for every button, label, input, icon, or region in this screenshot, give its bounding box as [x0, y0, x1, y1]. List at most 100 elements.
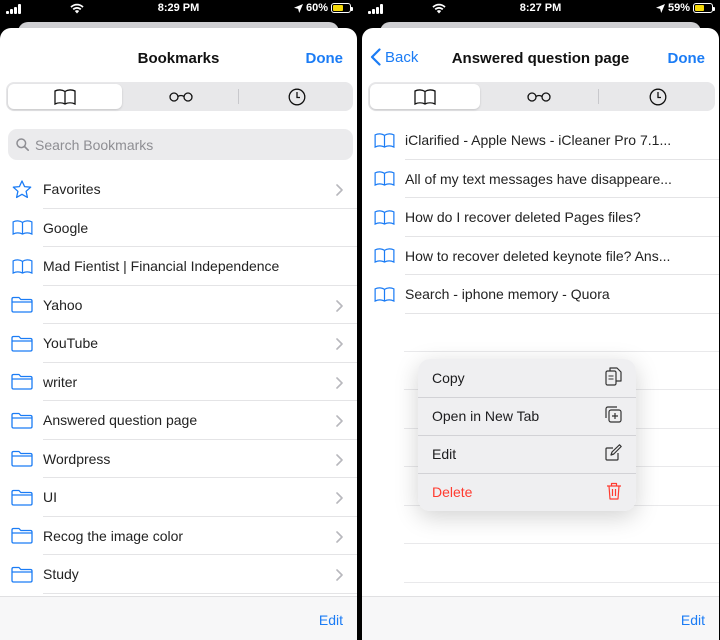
done-button[interactable]: Done — [668, 50, 706, 67]
list-item-label: Wordpress — [43, 450, 111, 467]
tab-reading-list[interactable] — [124, 84, 238, 109]
book-icon — [372, 283, 396, 305]
chevron-right-icon — [336, 183, 343, 201]
star-icon — [10, 178, 34, 200]
bookmarks-sheet: Bookmarks Done Favorites Google Mad Fienti… — [0, 28, 357, 640]
context-menu: Copy Open in New Tab Edit Delete — [418, 359, 636, 511]
chevron-right-icon — [336, 530, 343, 548]
list-item[interactable]: Study — [0, 555, 357, 594]
book-icon — [372, 168, 396, 190]
folder-icon — [10, 371, 34, 393]
list-item[interactable]: How do I recover deleted Pages files? — [362, 198, 719, 237]
navigation-bar: Back Answered question page Done — [362, 28, 719, 88]
tab-history[interactable] — [600, 84, 715, 109]
tab-bookmarks[interactable] — [370, 84, 480, 109]
location-arrow-icon — [655, 3, 665, 13]
list-item[interactable]: writer — [0, 363, 357, 401]
list-item[interactable]: Recog the image color — [0, 517, 357, 555]
chevron-right-icon — [336, 491, 343, 509]
battery-percent: 60% — [305, 2, 328, 14]
bookmarks-screen: 8:29 PM 60% Bookmarks Done Search Bookma… — [0, 0, 357, 640]
menu-item-edit[interactable]: Edit — [418, 435, 636, 473]
list-item-label: How do I recover deleted Pages files? — [405, 209, 641, 226]
clock-icon — [288, 88, 305, 105]
menu-item-open-in-new-tab[interactable]: Open in New Tab — [418, 397, 636, 435]
folder-icon — [10, 448, 34, 470]
menu-item-label: Delete — [432, 484, 473, 500]
bookmarks-list: Favorites Google Mad Fientist | Financial … — [0, 170, 357, 594]
menu-item-delete[interactable]: Delete — [418, 473, 636, 511]
trash-icon — [606, 482, 622, 503]
edit-icon — [605, 444, 622, 464]
list-item-label: writer — [43, 373, 78, 390]
battery-icon — [331, 3, 353, 13]
clock-icon — [649, 88, 666, 105]
menu-item-copy[interactable]: Copy — [418, 359, 636, 397]
folder-icon — [10, 525, 34, 547]
book-icon — [10, 255, 34, 277]
list-item-label: Favorites — [43, 181, 101, 198]
new-tab-icon — [605, 406, 622, 426]
tab-bookmarks[interactable] — [8, 84, 122, 109]
chevron-right-icon — [336, 453, 343, 471]
list-item-label: YouTube — [43, 335, 99, 352]
list-item[interactable]: Favorites — [0, 170, 357, 209]
chevron-right-icon — [336, 376, 343, 394]
folder-bookmark-list: iClarified - Apple News - iCleaner Pro 7… — [362, 121, 719, 314]
edit-button[interactable]: Edit — [319, 612, 343, 628]
battery-percent: 59% — [667, 2, 690, 14]
menu-item-label: Edit — [432, 446, 457, 462]
status-bar: 8:29 PM 60% — [0, 0, 357, 18]
folder-sheet: Back Answered question page Done iClarif… — [362, 28, 719, 640]
search-bar[interactable] — [8, 129, 353, 160]
folder-icon — [10, 409, 34, 431]
list-item[interactable]: Search - iphone memory - Quora — [362, 275, 719, 314]
tab-reading-list[interactable] — [482, 84, 596, 109]
search-input[interactable] — [35, 136, 315, 153]
list-item[interactable]: How to recover deleted keynote file? Ans… — [362, 237, 719, 275]
battery-icon — [693, 3, 715, 13]
chevron-right-icon — [336, 299, 343, 317]
page-title: Answered question page — [451, 50, 630, 67]
list-item-label: Yahoo — [43, 296, 83, 313]
list-item[interactable]: Mad Fientist | Financial Independence — [0, 247, 357, 286]
book-icon — [372, 206, 396, 228]
book-icon — [414, 88, 436, 105]
list-item-label: How to recover deleted keynote file? Ans… — [405, 247, 671, 264]
list-item[interactable]: Google — [0, 209, 357, 247]
list-item[interactable]: YouTube — [0, 324, 357, 363]
list-item-label: All of my text messages have disappeare.… — [405, 170, 672, 187]
edit-button[interactable]: Edit — [681, 612, 705, 628]
glasses-icon — [169, 91, 193, 102]
list-item[interactable]: UI — [0, 478, 357, 517]
chevron-right-icon — [336, 337, 343, 355]
page-title: Bookmarks — [137, 50, 220, 67]
book-icon — [54, 88, 76, 105]
tab-history[interactable] — [240, 84, 353, 109]
list-item[interactable]: Yahoo — [0, 286, 357, 324]
menu-item-label: Open in New Tab — [432, 408, 540, 424]
list-item[interactable]: Answered question page — [0, 401, 357, 440]
list-item[interactable]: All of my text messages have disappeare.… — [362, 160, 719, 198]
navigation-bar: Bookmarks Done — [0, 28, 357, 88]
book-icon — [372, 129, 396, 151]
list-item[interactable]: iClarified - Apple News - iCleaner Pro 7… — [362, 121, 719, 160]
chevron-right-icon — [336, 414, 343, 432]
chevron-right-icon — [336, 568, 343, 586]
glasses-icon — [527, 91, 551, 102]
menu-item-label: Copy — [432, 370, 465, 386]
bottom-toolbar: Edit — [362, 596, 719, 640]
search-icon — [16, 138, 29, 151]
list-item-label: Study — [43, 566, 79, 583]
list-item-label: Search - iphone memory - Quora — [405, 286, 610, 303]
list-item-label: Answered question page — [43, 412, 198, 429]
bottom-toolbar: Edit — [0, 596, 357, 640]
list-item-label: Mad Fientist | Financial Independence — [43, 258, 280, 275]
list-item[interactable]: Wordpress — [0, 440, 357, 478]
bookmarks-segmented-control — [368, 82, 715, 111]
copy-icon — [605, 367, 622, 389]
list-item-label: Recog the image color — [43, 527, 184, 544]
list-item-label: iClarified - Apple News - iCleaner Pro 7… — [405, 132, 672, 149]
done-button[interactable]: Done — [306, 50, 344, 67]
folder-icon — [10, 486, 34, 508]
